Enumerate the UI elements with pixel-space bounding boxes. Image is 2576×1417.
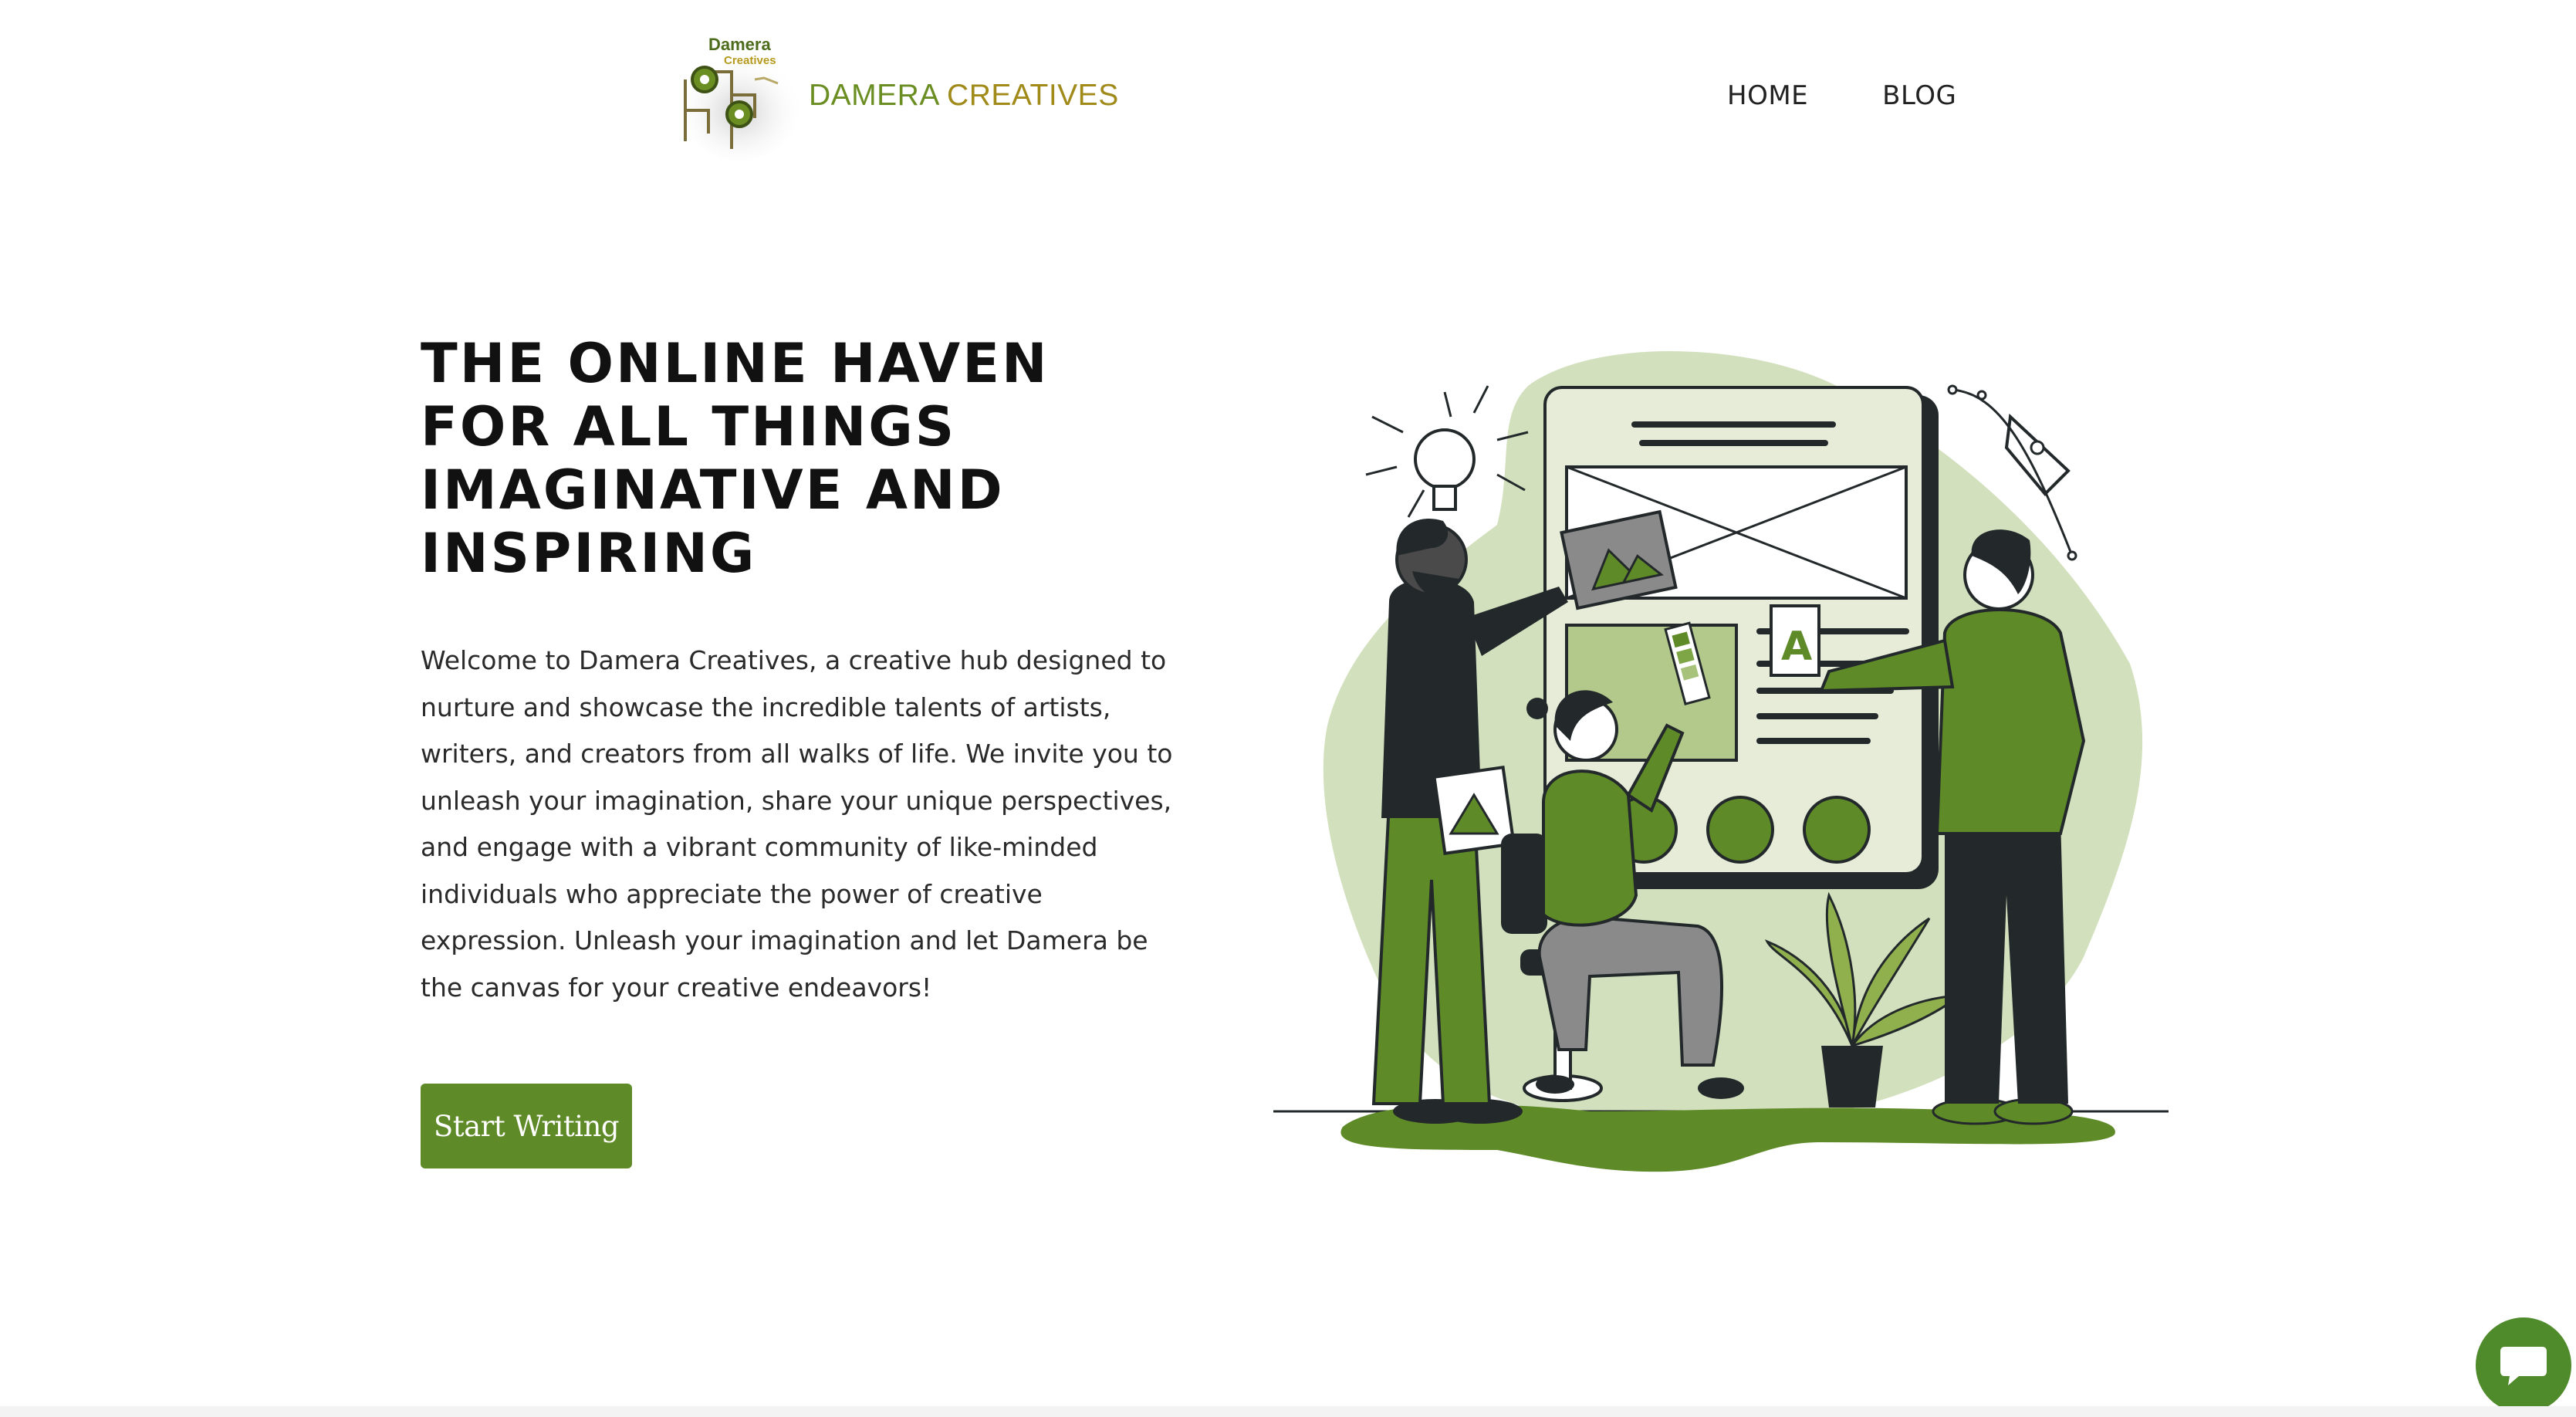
svg-text:A: A: [1781, 624, 1812, 670]
logo-small-bottom: Creatives: [724, 54, 776, 67]
chat-widget-button[interactable]: [2476, 1317, 2571, 1413]
hero-description: Welcome to Damera Creatives, a creative …: [421, 645, 1173, 1003]
footer-band: [0, 1406, 2576, 1417]
main-nav: HOME BLOG: [1727, 80, 1956, 111]
brand-name[interactable]: DAMERA CREATIVES: [809, 79, 1119, 113]
start-writing-button[interactable]: Start Writing: [421, 1084, 632, 1168]
hero-illustration: A: [1266, 340, 2176, 1189]
nav-home-link[interactable]: HOME: [1727, 80, 1808, 111]
logo-small-top: Damera: [708, 35, 771, 54]
nav-blog-link[interactable]: BLOG: [1882, 80, 1956, 111]
brand-word-damera: DAMERA: [809, 79, 938, 112]
logo-mark: Damera Creatives: [678, 33, 801, 161]
chat-bubble-icon: [2500, 1347, 2547, 1385]
hero-title: THE ONLINE HAVEN FOR ALL THINGS IMAGINAT…: [421, 332, 1050, 585]
brand-word-creatives: CREATIVES: [947, 79, 1119, 112]
